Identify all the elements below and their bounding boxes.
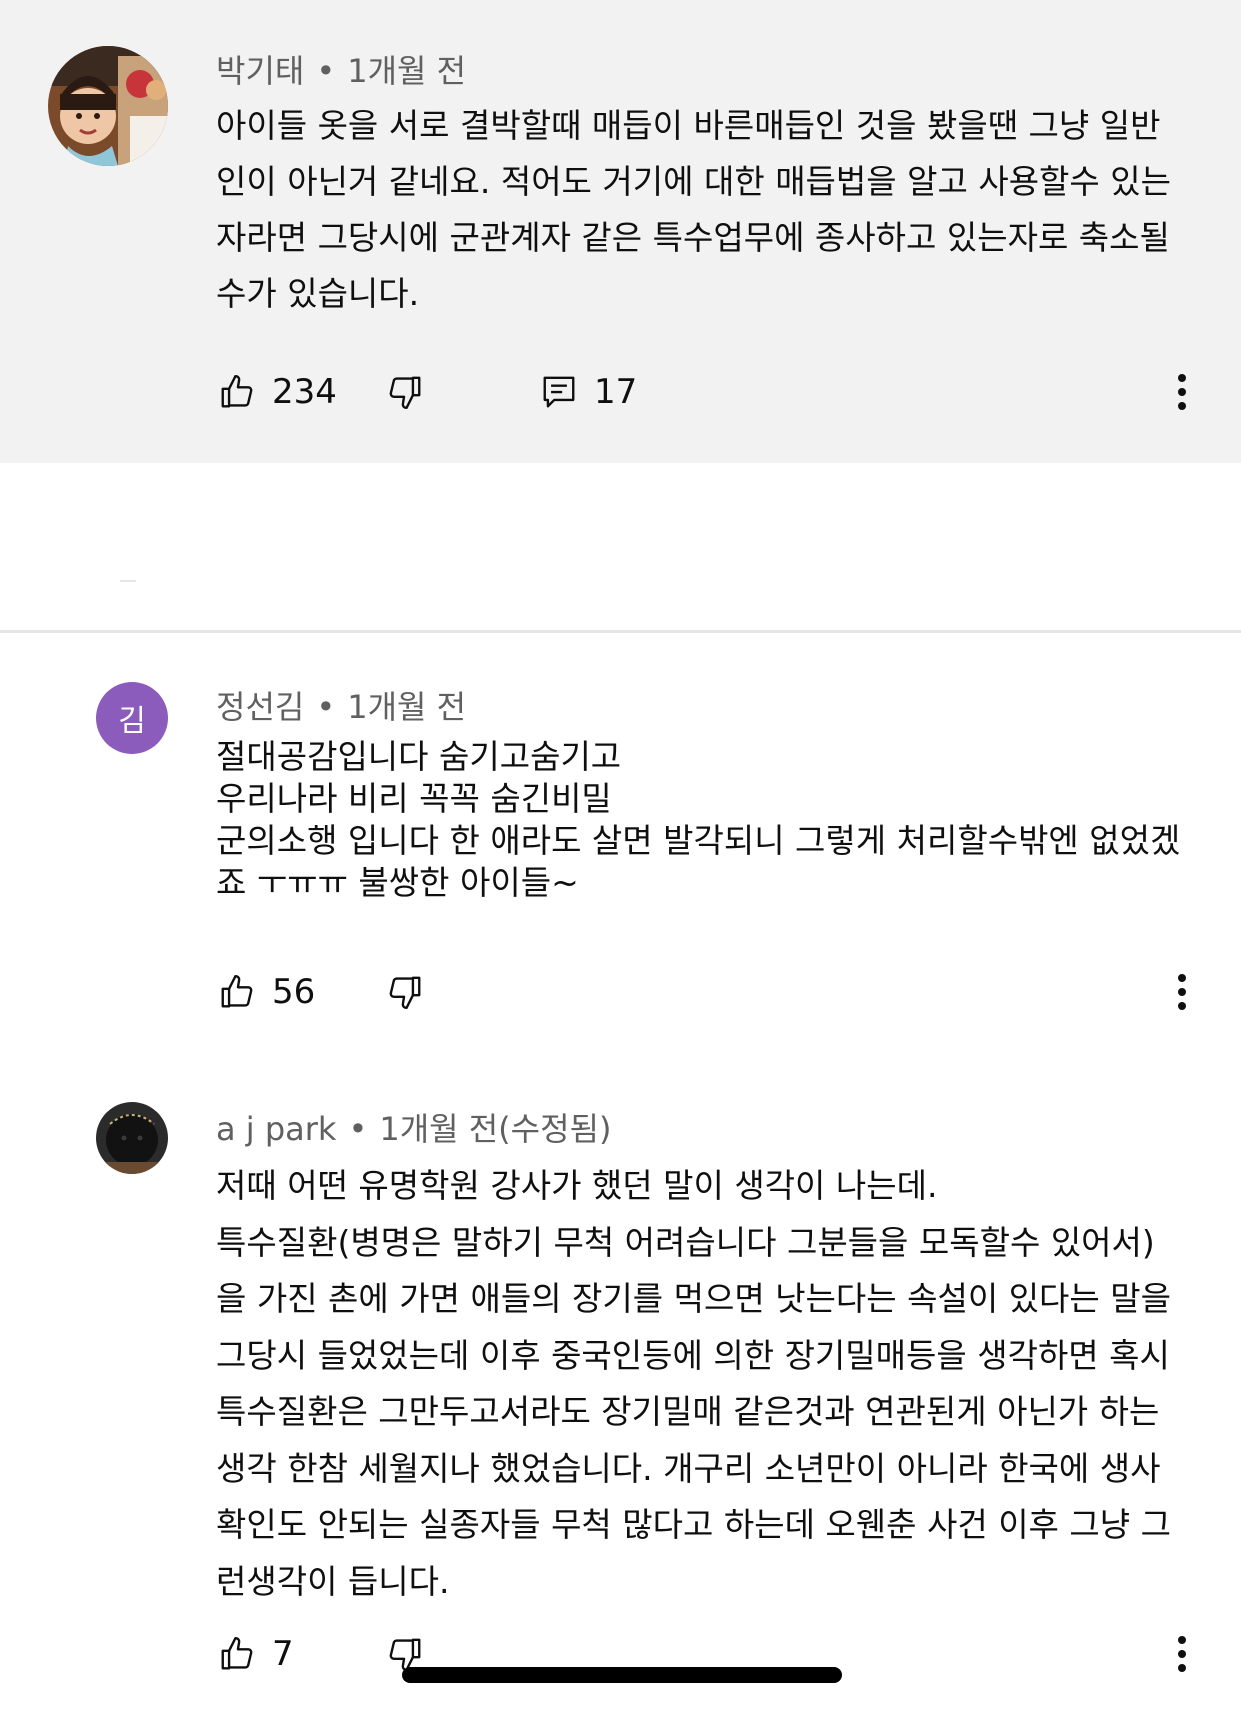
comment-line: 런생각이 듭니다. bbox=[216, 1561, 450, 1601]
thumbs-up-icon bbox=[218, 1635, 256, 1673]
avatar[interactable] bbox=[96, 1102, 168, 1174]
comment-line: 그당시 들었었는데 이후 중국인등에 의한 장기밀매등을 생각하면 혹시 bbox=[216, 1335, 1170, 1375]
like-count: 234 bbox=[272, 372, 337, 412]
more-vertical-icon bbox=[1176, 372, 1188, 412]
comment-time[interactable]: 1개월 전(수정됨) bbox=[379, 1110, 611, 1148]
comment-actions: 56 bbox=[0, 962, 1241, 1022]
comment-card: a j park • 1개월 전(수정됨) 저때 어떤 유명학원 강사가 했던 말이… bbox=[0, 1052, 1241, 1711]
comment-line: 절대공감입니다 숨기고숨기고 bbox=[216, 737, 622, 776]
like-count: 7 bbox=[272, 1634, 294, 1674]
thumbs-down-icon bbox=[386, 373, 424, 411]
comment-line: 군의소행 입니다 한 애라도 살면 발각되니 그렇게 처리할수밖엔 없었겠 bbox=[216, 821, 1181, 860]
avatar[interactable]: 김 bbox=[96, 682, 168, 754]
comment-text: 저때 어떤 유명학원 강사가 했던 말이 생각이 나는데. 특수질환(병명은 말… bbox=[216, 1158, 1206, 1610]
more-actions-button[interactable] bbox=[1176, 962, 1188, 1022]
author-name[interactable]: a j park bbox=[216, 1110, 336, 1148]
separator-dot: • bbox=[316, 52, 336, 90]
comment-line: 죠 ㅜㅠㅠ 불쌍한 아이들~ bbox=[216, 863, 579, 902]
comment-meta: a j park • 1개월 전(수정됨) bbox=[216, 1104, 611, 1150]
dislike-button[interactable] bbox=[386, 362, 424, 422]
separator-dot: • bbox=[316, 688, 336, 726]
like-button[interactable]: 234 bbox=[218, 362, 337, 422]
comment-line: 우리나라 비리 꼭꼭 숨긴비밀 bbox=[216, 779, 612, 818]
dislike-button[interactable] bbox=[386, 962, 424, 1022]
avatar[interactable] bbox=[48, 46, 168, 166]
comment-actions: 234 17 bbox=[0, 362, 1241, 422]
thumbs-up-icon bbox=[218, 973, 256, 1011]
like-button[interactable]: 56 bbox=[218, 962, 315, 1022]
more-vertical-icon bbox=[1176, 972, 1188, 1012]
more-actions-button[interactable] bbox=[1176, 1624, 1188, 1684]
comment-text: 아이들 옷을 서로 결박할때 매듭이 바른매듭인 것을 봤을땐 그냥 일반 인이… bbox=[216, 98, 1206, 322]
comment-card: 김 정선김 • 1개월 전 절대공감입니다 숨기고숨기고 우리나라 비리 꼭꼭 숨긴… bbox=[0, 632, 1241, 1032]
faint-mark bbox=[120, 580, 136, 582]
reply-button[interactable]: 17 bbox=[540, 362, 637, 422]
comment-line: 자라면 그당시에 군관계자 같은 특수업무에 종사하고 있는자로 축소될 bbox=[216, 218, 1170, 257]
thumbs-down-icon bbox=[386, 973, 424, 1011]
comment-time[interactable]: 1개월 전 bbox=[347, 52, 466, 90]
comment-text: 절대공감입니다 숨기고숨기고 우리나라 비리 꼭꼭 숨긴비밀 군의소행 입니다 … bbox=[216, 736, 1206, 904]
more-actions-button[interactable] bbox=[1176, 362, 1188, 422]
comment-meta: 박기태 • 1개월 전 bbox=[216, 46, 466, 92]
comment-line: 인이 아닌거 같네요. 적어도 거기에 대한 매듭법을 알고 사용할수 있는 bbox=[216, 162, 1171, 201]
comment-meta: 정선김 • 1개월 전 bbox=[216, 682, 466, 728]
separator-dot: • bbox=[348, 1110, 368, 1148]
reply-count: 17 bbox=[594, 372, 638, 412]
comment-line: 아이들 옷을 서로 결박할때 매듭이 바른매듭인 것을 봤을땐 그냥 일반 bbox=[216, 106, 1161, 145]
comment-line: 저때 어떤 유명학원 강사가 했던 말이 생각이 나는데. bbox=[216, 1166, 938, 1205]
avatar-letter: 김 bbox=[118, 704, 146, 739]
comment-time[interactable]: 1개월 전 bbox=[347, 688, 466, 726]
author-name[interactable]: 박기태 bbox=[216, 52, 304, 90]
comment-card: 박기태 • 1개월 전 아이들 옷을 서로 결박할때 매듭이 바른매듭인 것을 봤을… bbox=[0, 0, 1241, 463]
comment-line: 확인도 안되는 실종자들 무척 많다고 하는데 오웬춘 사건 이후 그냥 그 bbox=[216, 1505, 1171, 1544]
thumbs-up-icon bbox=[218, 373, 256, 411]
comment-line: 을 가진 촌에 가면 애들의 장기를 먹으면 낫는다는 속설이 있다는 말을 bbox=[216, 1279, 1171, 1318]
comment-icon bbox=[540, 373, 578, 411]
home-indicator[interactable] bbox=[402, 1667, 842, 1683]
like-count: 56 bbox=[272, 972, 316, 1012]
comment-line: 특수질환은 그만두고서라도 장기밀매 같은것과 연관된게 아닌가 하는 bbox=[216, 1392, 1160, 1431]
comment-line: 수가 있습니다. bbox=[216, 274, 420, 313]
author-name[interactable]: 정선김 bbox=[216, 688, 304, 726]
comment-line: 생각 한참 세월지나 했었습니다. 개구리 소년만이 아니라 한국에 생사 bbox=[216, 1448, 1161, 1488]
more-vertical-icon bbox=[1176, 1634, 1188, 1674]
comment-line: 특수질환(병명은 말하기 무척 어려습니다 그분들을 모독할수 있어서) bbox=[216, 1222, 1155, 1262]
like-button[interactable]: 7 bbox=[218, 1624, 294, 1684]
